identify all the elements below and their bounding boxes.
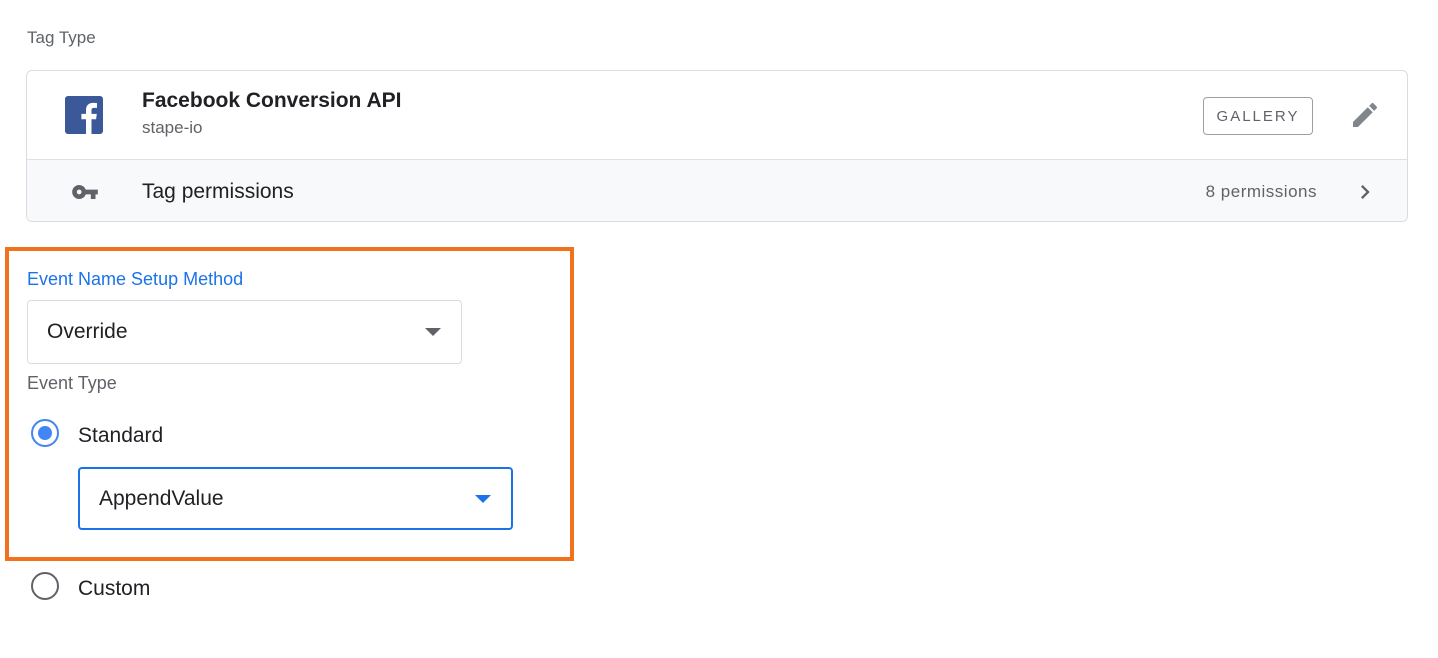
facebook-logo-icon bbox=[65, 96, 103, 134]
tag-type-label: Tag Type bbox=[27, 28, 96, 47]
permissions-count: 8 permissions bbox=[1205, 182, 1317, 201]
tag-permissions-label: Tag permissions bbox=[142, 180, 294, 203]
radio-custom-label[interactable]: Custom bbox=[78, 577, 150, 601]
tag-name: Facebook Conversion API bbox=[142, 89, 402, 112]
gallery-button[interactable]: GALLERY bbox=[1203, 97, 1313, 135]
caret-down-icon bbox=[425, 328, 441, 336]
radio-standard[interactable] bbox=[31, 419, 59, 447]
event-name-setup-select[interactable]: Override bbox=[27, 300, 462, 364]
chevron-right-icon[interactable] bbox=[1351, 178, 1379, 206]
standard-event-select[interactable]: AppendValue bbox=[78, 467, 513, 530]
standard-event-value: AppendValue bbox=[99, 487, 224, 510]
radio-standard-label[interactable]: Standard bbox=[78, 424, 163, 448]
tag-permissions-row[interactable]: Tag permissions 8 permissions bbox=[27, 159, 1407, 221]
key-icon bbox=[72, 185, 98, 199]
pencil-icon[interactable] bbox=[1349, 99, 1381, 131]
tag-type-card[interactable]: Facebook Conversion API stape-io GALLERY… bbox=[26, 70, 1408, 222]
event-name-setup-label: Event Name Setup Method bbox=[27, 269, 244, 289]
caret-down-icon bbox=[475, 495, 491, 503]
radio-custom[interactable] bbox=[31, 572, 59, 600]
event-type-label: Event Type bbox=[27, 373, 117, 393]
event-name-setup-value: Override bbox=[47, 320, 128, 343]
tag-author: stape-io bbox=[142, 118, 203, 137]
tag-type-header[interactable]: Facebook Conversion API stape-io GALLERY bbox=[27, 71, 1407, 159]
